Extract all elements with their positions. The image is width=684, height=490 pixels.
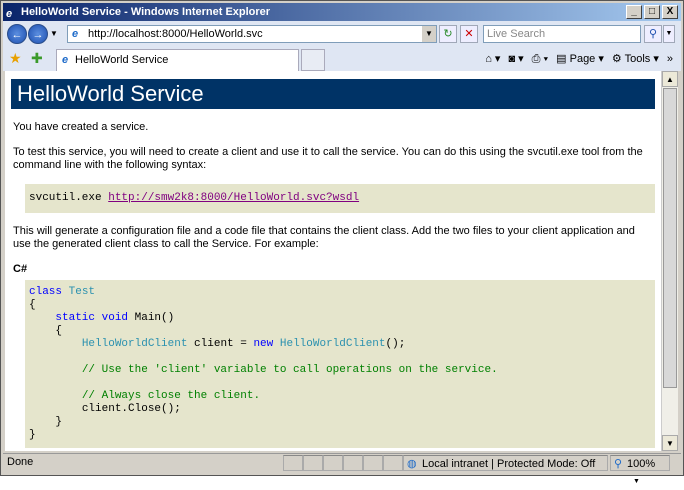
- page-content: HelloWorld Service You have created a se…: [5, 71, 661, 451]
- zone-text: Local intranet | Protected Mode: Off: [422, 458, 596, 470]
- instructions-text: To test this service, you will need to c…: [13, 146, 643, 171]
- tab-row: ★ ✚ e HelloWorld Service ⌂ ▾ ◙ ▾ ⎙ ▾ ▤ P…: [3, 47, 681, 71]
- add-favorite-icon[interactable]: ✚: [31, 50, 43, 67]
- search-icon[interactable]: ⚲: [644, 25, 662, 43]
- vertical-scrollbar[interactable]: ▲ ▼: [661, 71, 678, 451]
- status-text: Done: [7, 456, 34, 468]
- page-icon: e: [72, 28, 79, 40]
- svcutil-box: svcutil.exe http://smw2k8:8000/HelloWorl…: [25, 184, 655, 213]
- code-comment: // Use the 'client' variable to call ope…: [81, 364, 498, 376]
- code-type: HelloWorldClient: [81, 338, 188, 350]
- feeds-icon[interactable]: ◙ ▾: [508, 51, 523, 67]
- title-bar: e HelloWorld Service - Windows Internet …: [3, 3, 681, 21]
- page-title: HelloWorld Service: [11, 79, 655, 109]
- globe-icon: ◍: [407, 458, 417, 470]
- code-line: Main(): [128, 312, 175, 324]
- browser-window: e HelloWorld Service - Windows Internet …: [0, 0, 684, 485]
- home-icon[interactable]: ⌂ ▾: [485, 51, 500, 67]
- tab-ie-icon: e: [62, 54, 69, 66]
- code-line: client =: [187, 338, 254, 350]
- minimize-button[interactable]: _: [626, 5, 642, 19]
- status-bar: Done ◍ Local intranet | Protected Mode: …: [3, 453, 681, 485]
- forward-button[interactable]: →: [28, 24, 48, 44]
- print-icon[interactable]: ⎙ ▾: [532, 51, 548, 67]
- refresh-button[interactable]: ↻: [439, 25, 457, 43]
- zoom-dropdown-icon[interactable]: ▼: [633, 478, 640, 485]
- history-dropdown-icon[interactable]: ▼: [49, 24, 59, 44]
- window-title: HelloWorld Service - Windows Internet Ex…: [21, 6, 271, 18]
- code-line: ();: [385, 338, 406, 350]
- page-menu[interactable]: ▤ Page ▾: [556, 51, 604, 67]
- search-input[interactable]: Live Search: [483, 25, 641, 43]
- address-dropdown-icon[interactable]: ▼: [422, 26, 436, 42]
- code-keyword: new: [253, 338, 274, 350]
- tools-menu[interactable]: ⚙ Tools ▾: [612, 51, 659, 67]
- scroll-down-icon[interactable]: ▼: [662, 435, 678, 451]
- code-type: HelloWorldClient: [279, 338, 386, 350]
- address-bar[interactable]: e http://localhost:8000/HelloWorld.svc ▼: [67, 25, 437, 43]
- generate-text: This will generate a configuration file …: [13, 225, 635, 250]
- wsdl-link[interactable]: http://smw2k8:8000/HelloWorld.svc?wsdl: [108, 192, 359, 204]
- code-type: Test: [68, 286, 96, 298]
- address-input[interactable]: http://localhost:8000/HelloWorld.svc: [88, 28, 263, 40]
- address-row: ← → ▼ e http://localhost:8000/HelloWorld…: [3, 21, 681, 47]
- intro-text: You have created a service.: [13, 121, 149, 133]
- code-keyword: class: [29, 286, 63, 298]
- tab-label: HelloWorld Service: [75, 54, 169, 66]
- language-label: C#: [13, 263, 28, 275]
- maximize-button[interactable]: □: [644, 5, 660, 19]
- code-sample: class Test { static void Main() { HelloW…: [25, 280, 655, 448]
- code-keyword: static void: [55, 312, 129, 324]
- back-button[interactable]: ←: [7, 24, 27, 44]
- code-line: }: [55, 416, 63, 428]
- tools-menu-label: Tools: [624, 53, 651, 65]
- svcutil-command: svcutil.exe: [29, 192, 109, 204]
- code-line: {: [29, 299, 36, 311]
- zoom-level: 100%: [627, 458, 656, 470]
- favorites-star-icon[interactable]: ★: [9, 50, 22, 67]
- new-tab-button[interactable]: [301, 49, 325, 71]
- tab-helloworld[interactable]: e HelloWorld Service: [56, 49, 299, 71]
- close-button[interactable]: X: [662, 5, 678, 19]
- scroll-thumb[interactable]: [663, 88, 677, 388]
- security-zone[interactable]: ◍ Local intranet | Protected Mode: Off: [403, 455, 608, 471]
- zoom-icon: ⚲: [614, 458, 623, 470]
- code-line: client.Close();: [81, 403, 181, 415]
- scroll-up-icon[interactable]: ▲: [662, 71, 678, 87]
- page-menu-label: Page: [569, 53, 596, 65]
- code-line: }: [29, 429, 36, 441]
- search-options-icon[interactable]: ▼: [663, 25, 675, 43]
- zoom-control[interactable]: ⚲ 100% ▼: [610, 455, 670, 485]
- chevron-more-icon[interactable]: »: [667, 51, 673, 67]
- stop-button[interactable]: ✕: [460, 25, 478, 43]
- code-line: {: [55, 325, 63, 337]
- code-comment: // Always close the client.: [81, 390, 261, 402]
